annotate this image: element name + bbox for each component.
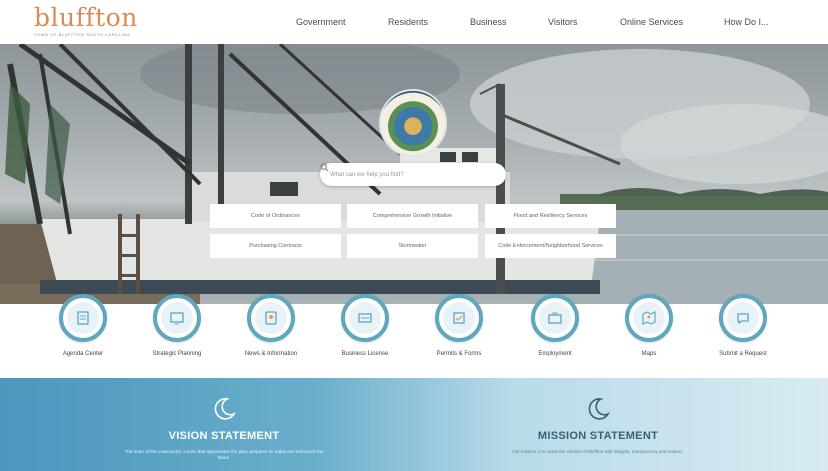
- service-label: Submit a Request: [719, 351, 767, 357]
- service-label: Employment: [538, 351, 572, 357]
- crescent-moon-icon: [588, 398, 611, 420]
- mission-statement: MISSION STATEMENT Our mission is to serv…: [468, 378, 728, 471]
- news-icon: [255, 302, 287, 334]
- service-employment[interactable]: Employment: [508, 294, 602, 378]
- town-seal: [379, 89, 447, 157]
- hero-banner: What can we help you find? Code of Ordin…: [0, 44, 828, 304]
- nav-government[interactable]: Government: [296, 17, 388, 27]
- main-nav: Government Residents Business Visitors O…: [280, 0, 784, 44]
- agenda-icon: [67, 302, 99, 334]
- service-label: Permits & Forms: [436, 351, 482, 357]
- crescent-moon-icon: [214, 398, 237, 420]
- planning-icon: [161, 302, 193, 334]
- service-permits-forms[interactable]: Permits & Forms: [412, 294, 506, 378]
- quick-link-growth-initiative[interactable]: Comprehensive Growth Initiative: [347, 204, 478, 228]
- service-label: News & Information: [244, 351, 298, 357]
- nav-online-services[interactable]: Online Services: [620, 17, 724, 27]
- service-news-information[interactable]: News & Information: [224, 294, 318, 378]
- service-icon-ring: [247, 294, 295, 342]
- employment-icon: [539, 302, 571, 334]
- request-icon: [727, 302, 759, 334]
- quick-link-code-of-ordinances[interactable]: Code of Ordinances: [210, 204, 341, 228]
- logo-tagline: town of bluffton south carolina: [34, 32, 131, 37]
- site-header: bluffton town of bluffton south carolina…: [0, 0, 828, 44]
- permits-icon: [443, 302, 475, 334]
- service-label: Maps: [641, 351, 657, 357]
- service-label: Agenda Center: [62, 351, 104, 357]
- services-band: Agenda Center Strategic Planning News & …: [0, 294, 828, 378]
- license-icon: [349, 302, 381, 334]
- service-maps[interactable]: Maps: [602, 294, 696, 378]
- mission-text: Our mission is to serve the citizens of …: [512, 449, 684, 454]
- nav-visitors[interactable]: Visitors: [548, 17, 620, 27]
- service-agenda-center[interactable]: Agenda Center: [36, 294, 130, 378]
- service-strategic-planning[interactable]: Strategic Planning: [130, 294, 224, 378]
- vision-statement: VISION STATEMENT The heart of the Lowcou…: [94, 378, 354, 471]
- nav-how-do-i[interactable]: How Do I...: [724, 17, 784, 27]
- service-icon-ring: [153, 294, 201, 342]
- search-icon[interactable]: [320, 163, 329, 172]
- service-label: Strategic Planning: [152, 351, 202, 357]
- site-logo[interactable]: bluffton town of bluffton south carolina: [34, 3, 138, 37]
- quick-link-code-enforcement[interactable]: Code Enforcement/Neighborhood Services: [485, 234, 616, 258]
- site-search-bar[interactable]: What can we help you find?: [320, 163, 506, 186]
- vision-text: The heart of the Lowcountry: a town that…: [124, 449, 324, 460]
- quick-link-flood-resiliency[interactable]: Flood and Resiliency Services: [485, 204, 616, 228]
- quick-link-stormwater[interactable]: Stormwater: [347, 234, 478, 258]
- maps-icon: [633, 302, 665, 334]
- logo-wordmark: bluffton: [34, 3, 138, 32]
- vision-title: VISION STATEMENT: [168, 430, 280, 442]
- service-icon-ring: [435, 294, 483, 342]
- nav-business[interactable]: Business: [470, 17, 548, 27]
- service-business-license[interactable]: Business License: [318, 294, 412, 378]
- service-icon-ring: [59, 294, 107, 342]
- service-icon-ring: [531, 294, 579, 342]
- service-submit-request[interactable]: Submit a Request: [696, 294, 790, 378]
- nav-residents[interactable]: Residents: [388, 17, 470, 27]
- service-icon-ring: [719, 294, 767, 342]
- quick-link-purchasing[interactable]: Purchasing Contracts: [210, 234, 341, 258]
- search-input[interactable]: What can we help you find?: [330, 172, 496, 178]
- mission-title: MISSION STATEMENT: [537, 430, 659, 442]
- service-label: Business License: [341, 351, 389, 357]
- service-icon-ring: [341, 294, 389, 342]
- service-icon-ring: [625, 294, 673, 342]
- statements-section: VISION STATEMENT The heart of the Lowcou…: [0, 378, 828, 471]
